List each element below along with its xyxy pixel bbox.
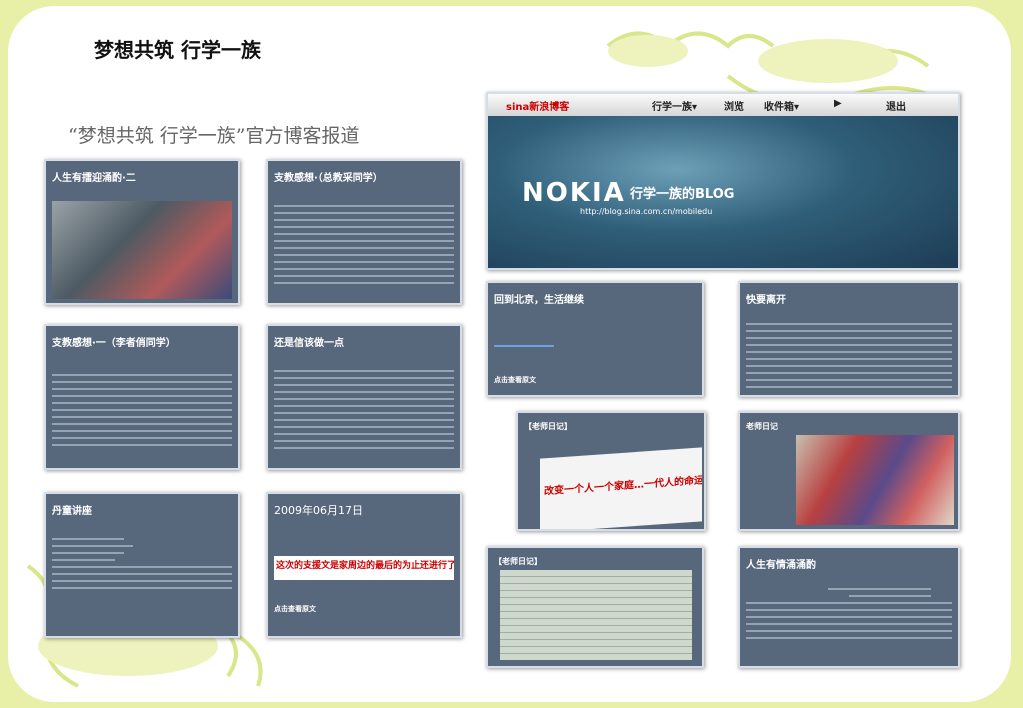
page-subtitle: “梦想共筑 行学一族”官方博客报道 xyxy=(68,125,360,147)
post-title[interactable]: 人生有擂迎涌酌·二 xyxy=(52,169,136,184)
post-card: 支教感想·一（李者俏同学） xyxy=(44,324,240,470)
post-card: 2009年06月17日 这次的支援文是家周边的最后的为止还进行了一场。在这次意识… xyxy=(266,492,462,638)
read-original-link[interactable]: 点击查看原文 xyxy=(274,604,316,614)
post-card: 丹童讲座 xyxy=(44,492,240,638)
document-photo xyxy=(500,570,692,660)
post-title[interactable]: 老师日记 xyxy=(746,421,778,432)
post-card: 人生有情涌涌酌 xyxy=(738,546,960,668)
post-title[interactable]: 【老师日记】 xyxy=(494,556,542,567)
post-highlight: 这次的支援文是家周边的最后的为止还进行了一场。在这次意识的以前所，需要注意 xyxy=(274,556,454,580)
post-card: 【老师日记】 改变一个人一个家庭…一代人的命运 xyxy=(516,411,706,531)
post-body xyxy=(746,323,952,393)
post-title[interactable]: 【老师日记】 xyxy=(524,421,572,432)
post-title[interactable]: 人生有情涌涌酌 xyxy=(746,556,816,571)
post-card: 还是信该做一点 xyxy=(266,324,462,470)
post-body xyxy=(274,370,454,454)
sina-logo-icon: sina新浪博客 xyxy=(506,102,570,113)
post-body xyxy=(52,538,232,594)
nav-item-1[interactable]: 浏览 xyxy=(724,98,744,113)
slogan-banner-photo: 改变一个人一个家庭…一代人的命运 xyxy=(540,447,702,529)
post-title[interactable]: 丹童讲座 xyxy=(52,502,92,517)
post-title[interactable]: 2009年06月17日 xyxy=(274,502,363,518)
post-title[interactable]: 还是信该做一点 xyxy=(274,334,344,349)
post-card: 快要离开 xyxy=(738,281,960,397)
nav-item-0[interactable]: 行学一族▾ xyxy=(652,98,697,113)
nav-item-3[interactable]: 退出 xyxy=(886,98,906,113)
children-photo xyxy=(796,435,954,525)
blog-nav-bar: sina新浪博客 行学一族▾ 浏览 收件箱▾ ▶ 退出 xyxy=(488,94,958,117)
post-card: 老师日记 xyxy=(738,411,960,531)
post-body xyxy=(274,205,454,289)
blog-url[interactable]: http://blog.sina.com.cn/mobiledu xyxy=(580,207,712,216)
post-card: 支教感想·（总教采同学） xyxy=(266,159,462,305)
post-title[interactable]: 支教感想·一（李者俏同学） xyxy=(52,334,176,349)
post-body xyxy=(746,588,952,644)
post-title[interactable]: 支教感想·（总教采同学） xyxy=(274,169,383,184)
blog-header-screenshot: sina新浪博客 行学一族▾ 浏览 收件箱▾ ▶ 退出 NOKIA 行学一族的B… xyxy=(486,92,960,270)
post-card: 【老师日记】 xyxy=(486,546,704,668)
play-icon[interactable]: ▶ xyxy=(834,98,842,109)
nokia-brand: NOKIA xyxy=(522,178,626,208)
page-title: 梦想共筑 行学一族 xyxy=(94,38,261,62)
read-original-link[interactable]: 点击查看原文 xyxy=(494,375,536,385)
post-link-line xyxy=(494,345,554,352)
post-title[interactable]: 快要离开 xyxy=(746,291,786,306)
nav-item-2[interactable]: 收件箱▾ xyxy=(764,98,799,113)
post-card: 回到北京，生活继续 点击查看原文 xyxy=(486,281,704,397)
classroom-photo xyxy=(52,201,232,299)
post-title[interactable]: 回到北京，生活继续 xyxy=(494,291,584,306)
post-card: 人生有擂迎涌酌·二 xyxy=(44,159,240,305)
slide-frame: 梦想共筑 行学一族 “梦想共筑 行学一族”官方博客报道 sina新浪博客 行学一… xyxy=(8,6,1011,702)
post-body xyxy=(52,374,232,451)
blog-name: 行学一族的BLOG xyxy=(630,187,735,202)
